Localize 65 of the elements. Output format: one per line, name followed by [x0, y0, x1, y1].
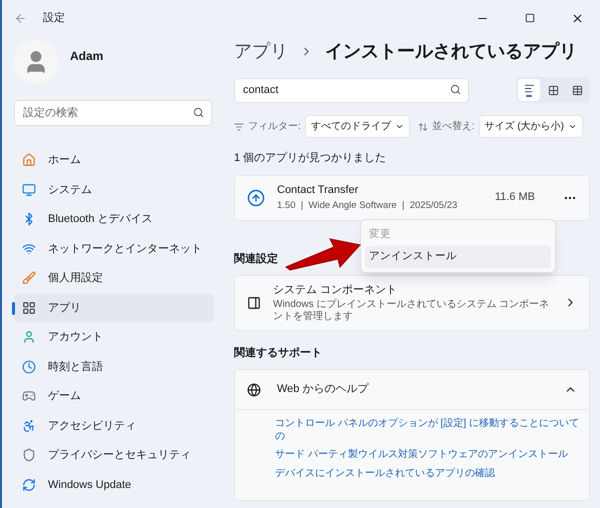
- help-card-header[interactable]: Web からのヘルプ: [235, 370, 589, 410]
- grid-view-icon: [572, 84, 582, 96]
- active-indicator: [526, 95, 532, 97]
- help-link[interactable]: コントロール パネルのオプションが [設定] に移動することについての: [275, 418, 581, 443]
- filter-icon: [234, 122, 244, 132]
- app-logo-icon: [247, 188, 265, 206]
- sidebar-item[interactable]: ネットワークとインターネット: [14, 234, 214, 263]
- result-count: 1 個のアプリが見つかりました: [234, 150, 388, 166]
- sidebar-item[interactable]: プライバシーとセキュリティ: [14, 441, 214, 470]
- shield-icon: [22, 448, 36, 462]
- section-heading: 関連設定: [234, 252, 278, 266]
- card-description: Windows にプレインストールされているシステム コンポーネントを管理します: [273, 298, 550, 324]
- sidebar-item[interactable]: ゲーム: [14, 382, 214, 410]
- app-search-field[interactable]: contact: [234, 78, 469, 103]
- selection-indicator: [12, 302, 15, 314]
- list-view-icon: [524, 83, 534, 94]
- sidebar-item[interactable]: Bluetooth とデバイス: [14, 205, 214, 234]
- app-size: 11.6 MB: [494, 190, 535, 206]
- globe-icon: [247, 382, 261, 396]
- sort-icon: [418, 122, 428, 132]
- sidebar-item[interactable]: 時刻と言語: [14, 352, 214, 381]
- clock-icon: [22, 360, 36, 374]
- window-title: 設定: [43, 10, 65, 26]
- sidebar-item[interactable]: 個人用設定: [14, 264, 214, 292]
- chevron-down-icon: [394, 122, 404, 131]
- settings-card[interactable]: システム コンポーネント Windows にプレインストールされているシステム コンポーネントを管理します: [234, 275, 590, 330]
- breadcrumb-parent[interactable]: アプリ: [234, 38, 288, 65]
- close-icon[interactable]: [571, 12, 584, 24]
- sidebar-item[interactable]: システム: [14, 176, 214, 204]
- maximize-icon[interactable]: [525, 13, 535, 23]
- accessibility-icon: [22, 418, 36, 433]
- sidebar-item[interactable]: Windows Update: [14, 470, 214, 499]
- refresh-icon: [22, 478, 36, 492]
- panel-icon: [247, 296, 261, 310]
- app-name: Contact Transfer: [277, 183, 360, 198]
- page-title: インストールされているアプリ: [325, 40, 577, 63]
- home-icon: [22, 153, 36, 168]
- help-link[interactable]: デバイスにインストールされているアプリの確認: [275, 468, 495, 480]
- tiles-view-icon: [548, 84, 558, 96]
- back-icon[interactable]: [14, 12, 27, 24]
- sidebar-item[interactable]: アクセシビリティ: [14, 412, 214, 440]
- user-name: Adam: [70, 48, 104, 65]
- search-icon: [193, 107, 204, 118]
- wifi-icon: [22, 242, 36, 256]
- apps-icon: [22, 300, 36, 315]
- app-details: 1.50 | Wide Angle Software | 2025/05/23: [277, 198, 458, 213]
- gamepad-icon: [22, 389, 36, 404]
- filter-dropdown[interactable]: すべてのドライブ: [304, 115, 410, 138]
- menu-item[interactable]: アンインストール: [365, 246, 551, 268]
- search-icon: [450, 84, 461, 96]
- help-link[interactable]: サード パーティ製ウイルス対策ソフトウェアのアンインストール: [275, 449, 568, 462]
- card-title: システム コンポーネント: [273, 283, 398, 298]
- sidebar-item[interactable]: アカウント: [14, 323, 214, 352]
- chevron-down-icon: [568, 122, 578, 131]
- settings-search-field[interactable]: 設定の検索: [14, 100, 212, 126]
- brush-icon: [22, 271, 36, 286]
- filter-label: フィルター:: [248, 120, 301, 134]
- section-heading: 関連するサポート: [234, 346, 322, 360]
- sort-dropdown[interactable]: サイズ (大から小): [478, 115, 584, 138]
- person-icon: [22, 330, 36, 344]
- monitor-icon: [22, 182, 36, 197]
- sidebar-item[interactable]: アプリ: [14, 294, 214, 322]
- sidebar-item[interactable]: ホーム: [14, 146, 214, 174]
- view-button[interactable]: [518, 79, 540, 101]
- sort-label: 並べ替え:: [432, 120, 475, 134]
